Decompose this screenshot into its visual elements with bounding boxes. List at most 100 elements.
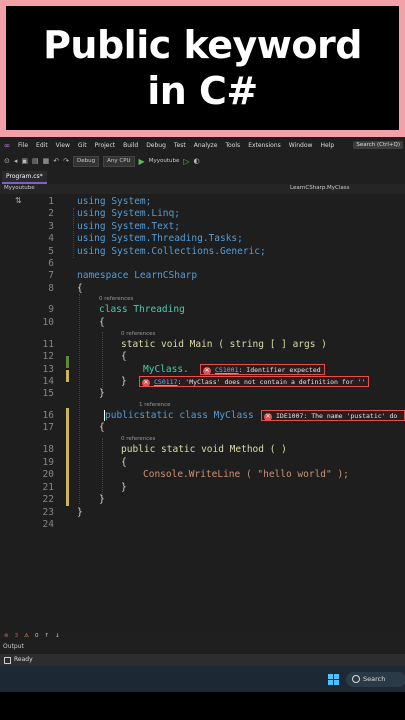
run-target-button[interactable]: Myyoutube xyxy=(149,158,180,164)
run-icon[interactable]: ▶ xyxy=(139,157,145,166)
inline-error-cs0117[interactable]: ✕ CS0117: 'MyClass' does not contain a de… xyxy=(139,376,370,387)
menu-git[interactable]: Git xyxy=(74,142,91,149)
code-brace: { xyxy=(99,317,105,328)
line-number: 9 xyxy=(48,304,54,315)
code-line-using-linq: using System.Linq; xyxy=(77,208,180,219)
type-dropdown[interactable]: LearnCSharp.MyClass xyxy=(290,185,350,191)
line-number: 21 xyxy=(42,482,54,493)
error-message: : The name 'pustatic' do xyxy=(303,412,398,420)
line-number: 3 xyxy=(48,221,54,232)
bottom-area xyxy=(0,692,405,720)
codelens-references[interactable]: 0 references xyxy=(121,436,155,442)
code-brace: { xyxy=(77,283,83,294)
navigate-forward-icon[interactable]: ◂ xyxy=(14,157,18,165)
codelens-references[interactable]: 0 references xyxy=(99,296,133,302)
menu-extensions[interactable]: Extensions xyxy=(244,142,285,149)
line-number: 17 xyxy=(42,422,54,433)
inline-error-ide1007[interactable]: ✕ IDE1007: The name 'pustatic' do xyxy=(261,410,405,421)
nav-up-icon[interactable]: ↑ xyxy=(45,633,50,639)
visual-studio-window: ∞ File Edit View Git Project Build Debug… xyxy=(0,137,405,720)
warning-count-icon[interactable]: ⚠ xyxy=(24,633,29,639)
taskbar-search-label: Search xyxy=(363,675,386,683)
windows-start-icon[interactable] xyxy=(328,674,339,685)
toolbar: ⊙ ◂ ▣ ▤ ▦ ↶ ↷ Debug Any CPU ▶ Myyoutube … xyxy=(0,153,405,169)
code-line-using-text: using System.Text; xyxy=(77,221,180,232)
error-code-link[interactable]: CS1001 xyxy=(215,366,238,374)
code-line-using-generic: using System.Collections.Generic; xyxy=(77,246,266,257)
configuration-dropdown[interactable]: Debug xyxy=(73,155,100,167)
search-box[interactable]: Search (Ctrl+Q) xyxy=(353,141,403,149)
error-code: IDE1007 xyxy=(276,412,304,420)
line-number: 6 xyxy=(48,258,54,269)
status-bar: Ready xyxy=(0,654,405,666)
run-without-debug-icon[interactable]: ▷ xyxy=(183,157,189,166)
code-line-writeline: Console.WriteLine ( "hello world" ); xyxy=(143,469,349,480)
menu-tools[interactable]: Tools xyxy=(221,142,244,149)
output-panel[interactable]: Output xyxy=(0,640,405,654)
menu-debug[interactable]: Debug xyxy=(142,142,170,149)
code-brace: { xyxy=(121,351,127,362)
undo-icon[interactable]: ↶ xyxy=(53,157,59,165)
tab-program-cs[interactable]: Program.cs* xyxy=(2,171,47,184)
save-icon[interactable]: ▦ xyxy=(43,157,50,165)
line-number: 23 xyxy=(42,507,54,518)
menu-build[interactable]: Build xyxy=(119,142,142,149)
change-bar xyxy=(66,356,69,368)
change-bar xyxy=(66,370,69,382)
menu-window[interactable]: Window xyxy=(285,142,317,149)
code-brace: } xyxy=(121,376,127,387)
menu-project[interactable]: Project xyxy=(91,142,120,149)
indent-guide xyxy=(102,438,103,498)
line-number: 5 xyxy=(48,246,54,257)
new-item-icon[interactable]: ▣ xyxy=(21,157,28,165)
menu-analyze[interactable]: Analyze xyxy=(190,142,222,149)
navigate-back-icon[interactable]: ⊙ xyxy=(4,157,10,165)
code-line-class-threading: class Threading xyxy=(99,304,185,315)
menu-file[interactable]: File xyxy=(14,142,32,149)
line-number: 15 xyxy=(42,388,54,399)
inline-error-cs1001[interactable]: ✕ CS1001: Identifier expected xyxy=(200,364,325,375)
line-number: 13 xyxy=(42,364,54,375)
code-brace: } xyxy=(121,482,127,493)
code-brace: { xyxy=(99,422,105,433)
redo-icon[interactable]: ↷ xyxy=(63,157,69,165)
error-code-link[interactable]: CS0117 xyxy=(154,378,177,386)
platform-dropdown[interactable]: Any CPU xyxy=(103,155,135,167)
line-number: 24 xyxy=(42,519,54,530)
output-label: Output xyxy=(3,643,24,650)
menu-test[interactable]: Test xyxy=(170,142,190,149)
line-number: 16 xyxy=(42,410,54,421)
open-folder-icon[interactable]: ▤ xyxy=(32,157,39,165)
error-count[interactable]: 3 xyxy=(15,633,19,639)
codelens-references[interactable]: 1 reference xyxy=(139,402,171,408)
code-brace: } xyxy=(77,507,83,518)
line-number: 2 xyxy=(48,208,54,219)
status-ready: Ready xyxy=(14,656,33,663)
menu-bar: ∞ File Edit View Git Project Build Debug… xyxy=(0,137,405,153)
change-bar xyxy=(66,408,69,506)
windows-taskbar: Search xyxy=(0,666,405,692)
line-number: 4 xyxy=(48,233,54,244)
indent-guide xyxy=(73,208,74,258)
code-line-myclass-access: MyClass. xyxy=(143,364,189,375)
code-line-method: public static void Method ( ) xyxy=(121,444,287,455)
error-count-icon[interactable]: ⊗ xyxy=(4,633,9,639)
menu-view[interactable]: View xyxy=(52,142,74,149)
taskbar-search[interactable]: Search xyxy=(346,672,405,687)
menu-edit[interactable]: Edit xyxy=(32,142,52,149)
code-line-public-static-class: publicstatic class MyClass xyxy=(105,410,254,421)
project-dropdown[interactable]: Myyoutube xyxy=(4,185,35,191)
code-line-main: static void Main ( string [ ] args ) xyxy=(121,339,327,350)
menu-help[interactable]: Help xyxy=(316,142,338,149)
nav-down-icon[interactable]: ↓ xyxy=(55,633,60,639)
hot-reload-icon[interactable]: ◐ xyxy=(193,157,199,165)
codelens-references[interactable]: 0 references xyxy=(121,331,155,337)
line-number: 12 xyxy=(42,351,54,362)
line-number: 14 xyxy=(42,376,54,387)
edit-marker-icon: ⇅ xyxy=(15,196,22,205)
warning-count[interactable]: 0 xyxy=(35,633,39,639)
editor-status-strip: ⊗ 3 ⚠ 0 ↑ ↓ xyxy=(0,631,405,640)
code-line-namespace: namespace LearnCSharp xyxy=(77,270,198,281)
code-editor[interactable]: ⇅ 1 2 3 4 5 6 7 8 9 10 11 12 13 14 15 16… xyxy=(0,194,405,631)
error-icon: ✕ xyxy=(142,378,150,387)
